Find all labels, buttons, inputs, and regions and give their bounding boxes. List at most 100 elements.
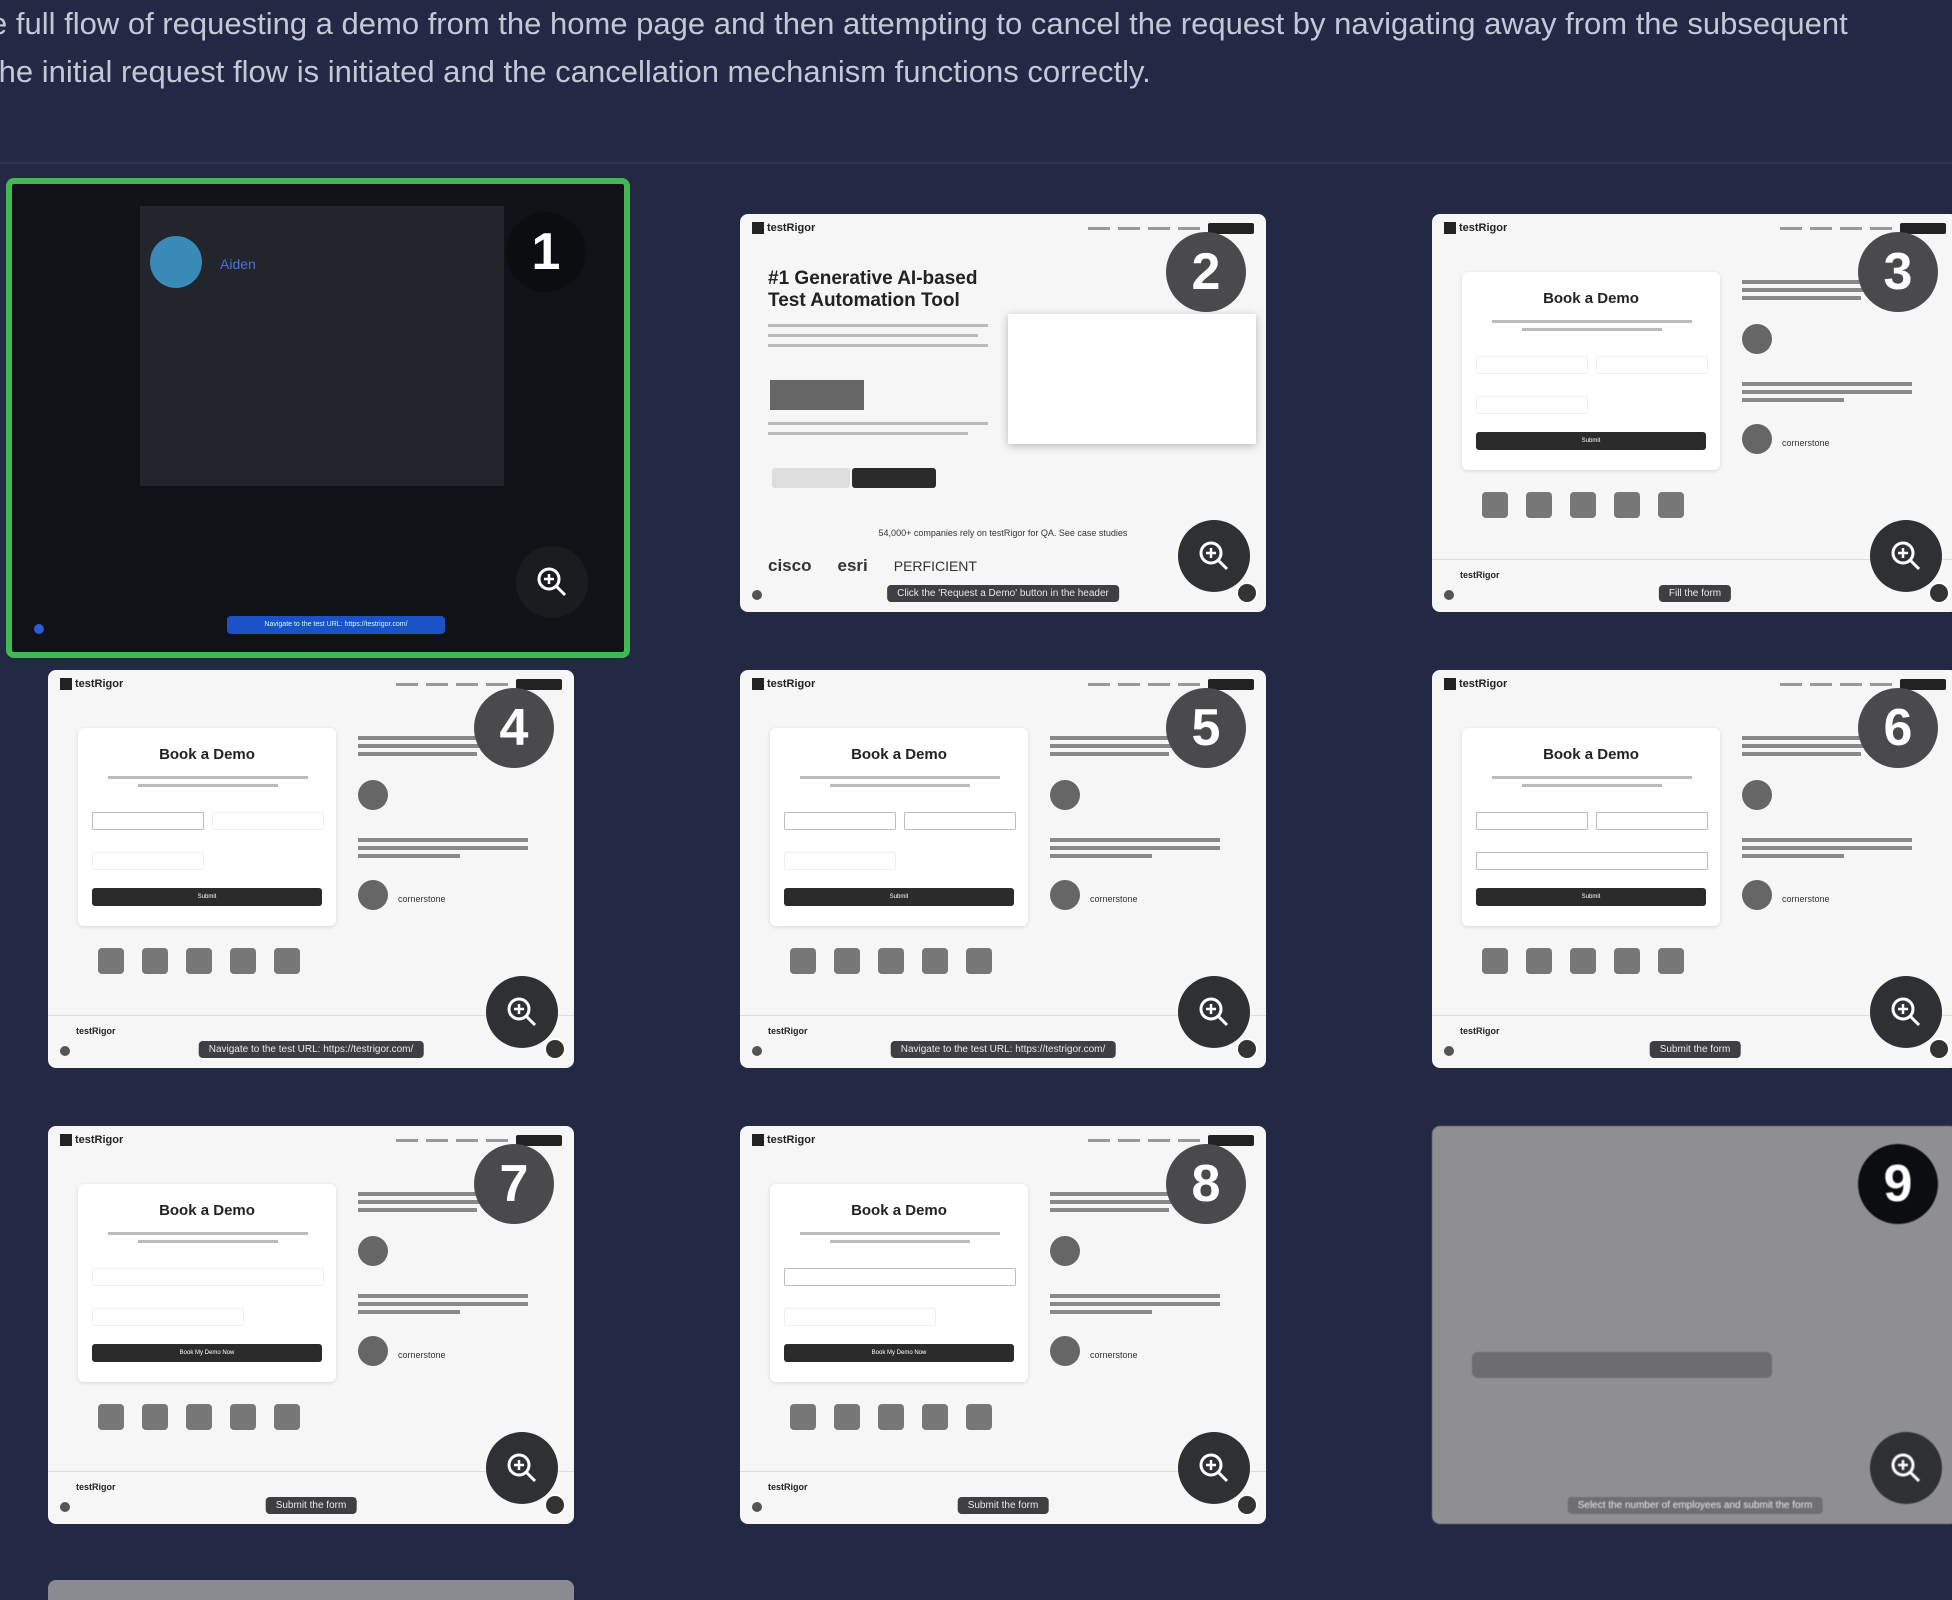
step-caption: Navigate to the test URL: https://testri… (890, 1041, 1116, 1058)
footer-logo: testRigor (1460, 1026, 1500, 1036)
demo-form: Book a Demo Submit (78, 728, 336, 926)
step-card-6[interactable]: testRigor Book a Demo Submit cornerstone… (1432, 670, 1952, 1068)
site-logo: testRigor (767, 221, 816, 234)
footer-logo: testRigor (768, 1482, 808, 1492)
site-logo: testRigor (75, 1133, 124, 1146)
footer-logo: testRigor (1460, 570, 1500, 580)
company-logo: cornerstone (398, 1350, 446, 1360)
step-card-5[interactable]: testRigor Book a Demo Submit cornerstone… (740, 670, 1266, 1068)
submit-button[interactable]: Book My Demo Now (784, 1344, 1014, 1362)
step-caption: Navigate to the test URL: https://testri… (198, 1041, 424, 1058)
footer-logo: testRigor (768, 1026, 808, 1036)
client-logo-esri: esri (837, 556, 868, 575)
step-number-badge: 5 (1166, 688, 1246, 768)
hero-headline: #1 Generative AI-based Test Automation T… (768, 268, 978, 311)
submit-button[interactable]: Submit (1476, 888, 1706, 906)
form-title: Book a Demo (1543, 290, 1639, 307)
demo-form: Book a Demo Submit (1462, 272, 1720, 470)
client-logo-cisco: cisco (768, 556, 812, 575)
step-number-badge: 6 (1858, 688, 1938, 768)
avatar (150, 236, 202, 288)
site-logo: testRigor (1459, 677, 1508, 690)
site-logo: testRigor (75, 677, 124, 690)
step-card-1[interactable]: Aiden 1 Navigate to the test URL: https:… (6, 178, 630, 658)
status-dot (752, 590, 762, 600)
status-dot (752, 1502, 762, 1512)
demo-form: Book a Demo Submit (1462, 728, 1720, 926)
status-dot (752, 1046, 762, 1056)
description-line-1: e full flow of requesting a demo from th… (0, 6, 1848, 41)
status-dot (34, 624, 44, 634)
status-dot (1444, 1046, 1454, 1056)
site-logo: testRigor (767, 677, 816, 690)
form-title: Book a Demo (159, 746, 255, 763)
step-number-badge: 9 (1858, 1144, 1938, 1224)
submit-button[interactable]: Submit (1476, 432, 1706, 450)
chat-bubble-icon[interactable] (1236, 1494, 1258, 1516)
description-line-2: the initial request flow is initiated an… (0, 54, 1151, 89)
company-logo: cornerstone (1090, 1350, 1138, 1360)
zoom-in-icon[interactable] (1178, 976, 1250, 1048)
step-caption: Submit the form (957, 1497, 1049, 1514)
demo-form: Book a Demo Book My Demo Now (78, 1184, 336, 1382)
zoom-in-icon[interactable] (1870, 520, 1942, 592)
user-name: Aiden (220, 256, 256, 272)
chat-bubble-icon[interactable] (1928, 582, 1950, 604)
submit-button[interactable]: Book My Demo Now (92, 1344, 322, 1362)
step-number-badge: 1 (506, 212, 586, 292)
chat-bubble-icon[interactable] (544, 1038, 566, 1060)
step-caption: Submit the form (1649, 1041, 1741, 1058)
company-logo: cornerstone (398, 894, 446, 904)
demo-form: Book a Demo Book My Demo Now (770, 1184, 1028, 1382)
step-caption: Select the number of employees and submi… (1567, 1497, 1823, 1514)
step-caption: Navigate to the test URL: https://testri… (227, 616, 445, 634)
step-number-badge: 2 (1166, 232, 1246, 312)
form-title: Book a Demo (851, 746, 947, 763)
step-number-badge: 3 (1858, 232, 1938, 312)
zoom-in-icon[interactable] (486, 976, 558, 1048)
footer-logo: testRigor (76, 1026, 116, 1036)
company-logo: cornerstone (1782, 438, 1830, 448)
submit-button[interactable]: Submit (784, 888, 1014, 906)
step-card-3[interactable]: testRigor Book a Demo Submit cornerstone… (1432, 214, 1952, 612)
chat-bubble-icon[interactable] (1236, 582, 1258, 604)
step-card-9[interactable]: 9 Select the number of employees and sub… (1432, 1126, 1952, 1524)
zoom-in-icon[interactable] (1178, 1432, 1250, 1504)
step-card-10[interactable] (48, 1580, 574, 1600)
zoom-in-icon[interactable] (1870, 976, 1942, 1048)
client-logo-perficient: PERFICIENT (893, 558, 977, 574)
step-card-4[interactable]: testRigor Book a Demo Submit cornerstone… (48, 670, 574, 1068)
zoom-in-icon[interactable] (516, 546, 588, 618)
product-screenshot (1008, 314, 1256, 444)
status-dot (1444, 590, 1454, 600)
company-logo: cornerstone (1090, 894, 1138, 904)
status-dot (60, 1502, 70, 1512)
divider (0, 162, 1952, 164)
zoom-in-icon[interactable] (486, 1432, 558, 1504)
form-title: Book a Demo (851, 1202, 947, 1219)
company-logo: cornerstone (1782, 894, 1830, 904)
step-number-badge: 7 (474, 1144, 554, 1224)
chat-bubble-icon[interactable] (1236, 1038, 1258, 1060)
zoom-in-icon[interactable] (1870, 1432, 1942, 1504)
form-title: Book a Demo (1543, 746, 1639, 763)
site-logo: testRigor (767, 1133, 816, 1146)
step-caption: Submit the form (265, 1497, 357, 1514)
chat-bubble-icon[interactable] (544, 1494, 566, 1516)
form-title: Book a Demo (159, 1202, 255, 1219)
step-number-badge: 8 (1166, 1144, 1246, 1224)
task-description: e full flow of requesting a demo from th… (0, 0, 1952, 96)
chat-bubble-icon[interactable] (1928, 1038, 1950, 1060)
demo-form: Book a Demo Submit (770, 728, 1028, 926)
step-caption: Fill the form (1658, 585, 1732, 602)
step-number-badge: 4 (474, 688, 554, 768)
zoom-in-icon[interactable] (1178, 520, 1250, 592)
step-card-7[interactable]: testRigor Book a Demo Book My Demo Now c… (48, 1126, 574, 1524)
site-logo: testRigor (1459, 221, 1508, 234)
step-card-8[interactable]: testRigor Book a Demo Book My Demo Now c… (740, 1126, 1266, 1524)
client-logos: cisco esri PERFICIENT (768, 556, 977, 576)
submit-button[interactable]: Submit (92, 888, 322, 906)
step-card-2[interactable]: testRigor #1 Generative AI-based Test Au… (740, 214, 1266, 612)
status-dot (60, 1046, 70, 1056)
footer-logo: testRigor (76, 1482, 116, 1492)
